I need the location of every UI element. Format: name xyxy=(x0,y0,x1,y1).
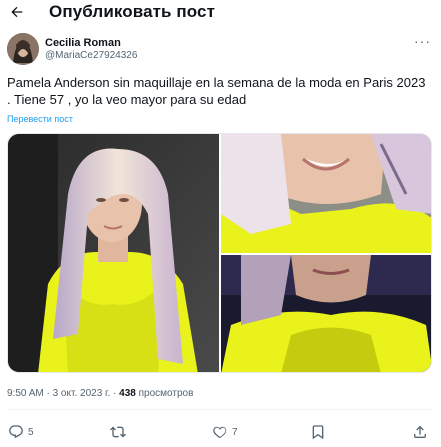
page-title: Опубликовать пост xyxy=(49,2,216,21)
share-icon xyxy=(414,425,426,438)
back-button[interactable] xyxy=(8,3,26,21)
bookmark-button[interactable] xyxy=(310,422,326,442)
like-count: 7 xyxy=(232,426,238,438)
more-options-button[interactable]: ··· xyxy=(414,33,431,49)
photo-2[interactable] xyxy=(221,134,431,253)
avatar[interactable] xyxy=(7,33,39,65)
top-bar: Опубликовать пост xyxy=(0,0,441,26)
heart-icon xyxy=(213,426,227,439)
action-bar: 5 7 xyxy=(0,420,441,444)
views-label: просмотров xyxy=(138,388,194,399)
meta-separator: · xyxy=(110,388,120,399)
post-author: Cecilia Roman @MariaCe27924326 ··· xyxy=(7,33,433,67)
repost-button[interactable] xyxy=(110,422,130,442)
repost-icon xyxy=(110,426,126,438)
post-meta: 9:50 AM · 3 окт. 2023 г. · 438 просмотро… xyxy=(7,388,193,399)
views-count: 438 xyxy=(119,388,136,399)
reply-icon xyxy=(9,425,23,439)
bookmark-icon xyxy=(312,425,324,440)
photo-1[interactable] xyxy=(8,134,219,372)
divider xyxy=(7,409,433,410)
author-name[interactable]: Cecilia Roman xyxy=(45,37,121,49)
photo-3[interactable] xyxy=(221,255,431,372)
media-grid xyxy=(7,133,432,373)
post-time[interactable]: 9:50 AM xyxy=(7,388,44,399)
share-button[interactable] xyxy=(412,422,428,442)
author-handle[interactable]: @MariaCe27924326 xyxy=(45,50,137,61)
post-text: Pamela Anderson sin maquillaje en la sem… xyxy=(7,75,426,107)
meta-separator: · xyxy=(43,388,53,399)
translate-post-link[interactable]: Перевести пост xyxy=(7,114,73,124)
arrow-left-icon xyxy=(11,6,23,18)
more-horizontal-icon: ··· xyxy=(414,33,431,49)
reply-button[interactable]: 5 xyxy=(8,422,34,442)
post-date[interactable]: 3 окт. 2023 г. xyxy=(53,388,111,399)
like-button[interactable]: 7 xyxy=(212,422,238,442)
reply-count: 5 xyxy=(28,426,34,438)
